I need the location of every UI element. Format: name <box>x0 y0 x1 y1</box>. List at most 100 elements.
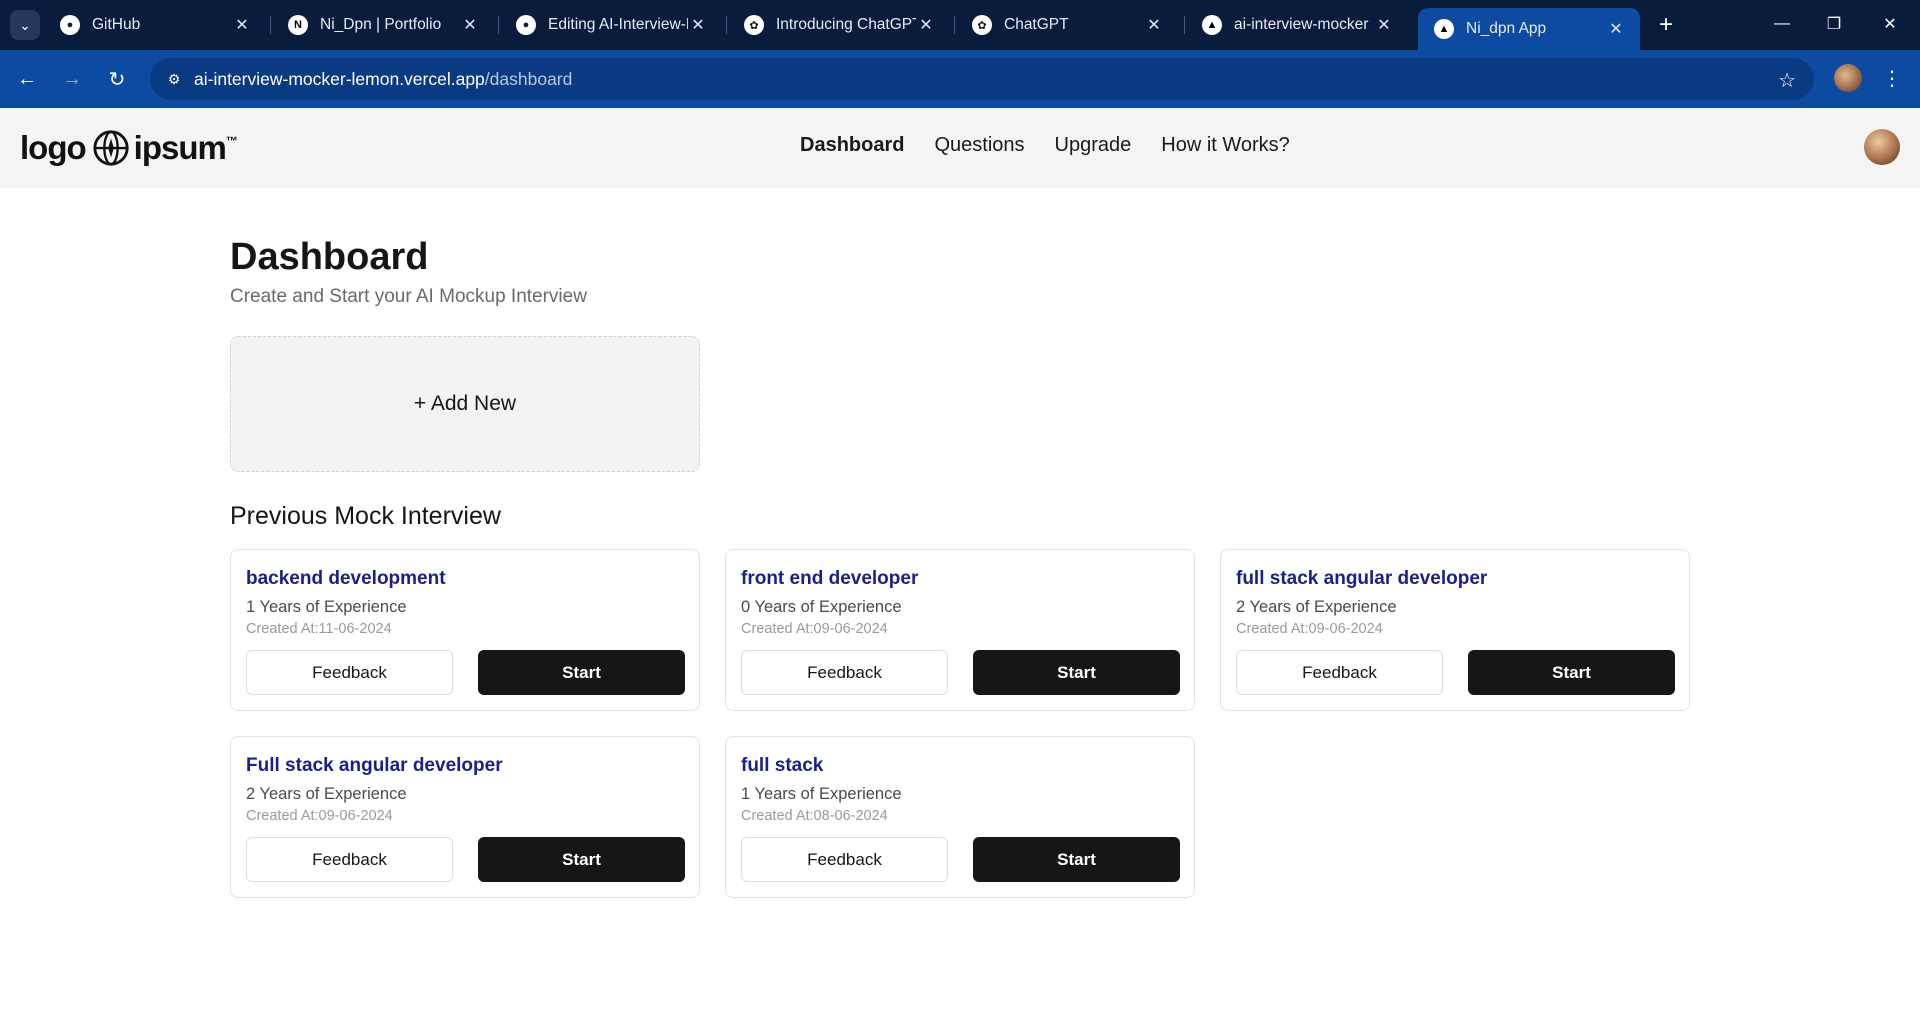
forward-button[interactable]: → <box>57 64 87 94</box>
close-icon[interactable]: ✕ <box>916 15 936 35</box>
interview-experience: 0 Years of Experience <box>741 598 902 616</box>
interview-title: backend development <box>246 568 446 589</box>
bookmark-star-icon[interactable]: ☆ <box>1778 68 1796 93</box>
user-avatar[interactable] <box>1864 129 1900 165</box>
feedback-button[interactable]: Feedback <box>741 650 948 695</box>
minimize-icon: — <box>1774 15 1790 32</box>
tab-separator <box>726 16 727 34</box>
section-title: Previous Mock Interview <box>230 502 501 530</box>
nav-upgrade[interactable]: Upgrade <box>1055 134 1132 157</box>
nav-questions[interactable]: Questions <box>934 134 1024 157</box>
start-button[interactable]: Start <box>478 650 685 695</box>
restore-icon: ❐ <box>1826 16 1842 33</box>
tab-label: GitHub <box>92 16 141 33</box>
browser-toolbar: ← → ↻ ⚙ ai-interview-mocker-lemon.vercel… <box>0 50 1920 108</box>
tab-separator <box>954 16 955 34</box>
interview-experience: 2 Years of Experience <box>246 785 407 803</box>
browser-profile-avatar[interactable] <box>1834 64 1862 92</box>
site-info-icon[interactable]: ⚙ <box>154 58 194 100</box>
chevron-down-icon: ⌄ <box>19 16 31 33</box>
tab-portfolio[interactable]: N Ni_Dpn | Portfolio ✕ <box>272 8 494 42</box>
tab-label: Introducing ChatGPT <box>776 16 916 33</box>
interview-created-date: Created At:11-06-2024 <box>246 621 392 637</box>
openai-icon: ✿ <box>972 15 992 35</box>
tab-chatgpt[interactable]: ✿ ChatGPT ✕ <box>956 8 1178 42</box>
new-tab-button[interactable]: + <box>1651 10 1681 40</box>
interview-created-date: Created At:08-06-2024 <box>741 808 888 824</box>
feedback-button[interactable]: Feedback <box>1236 650 1443 695</box>
tab-separator <box>270 16 271 34</box>
tab-github[interactable]: ● GitHub ✕ <box>44 8 266 42</box>
start-button[interactable]: Start <box>973 837 1180 882</box>
tab-introducing-chatgpt[interactable]: ✿ Introducing ChatGPT ✕ <box>728 8 950 42</box>
add-new-interview-button[interactable]: + Add New <box>230 336 700 472</box>
tab-ni-dpn-app[interactable]: ▲ Ni_dpn App ✕ <box>1418 8 1640 50</box>
tab-label: ai-interview-mocker <box>1234 16 1369 33</box>
start-button[interactable]: Start <box>973 650 1180 695</box>
page-subtitle: Create and Start your AI Mockup Intervie… <box>230 286 587 307</box>
interview-created-date: Created At:09-06-2024 <box>1236 621 1383 637</box>
minimize-button[interactable]: — <box>1762 8 1802 40</box>
close-icon[interactable]: ✕ <box>688 15 708 35</box>
main-nav: Dashboard Questions Upgrade How it Works… <box>800 134 1320 157</box>
feedback-button[interactable]: Feedback <box>246 650 453 695</box>
feedback-button[interactable]: Feedback <box>246 837 453 882</box>
reload-icon: ↻ <box>108 68 126 91</box>
start-button[interactable]: Start <box>478 837 685 882</box>
address-bar[interactable]: ⚙ ai-interview-mocker-lemon.vercel.app/d… <box>150 58 1814 100</box>
interview-created-date: Created At:09-06-2024 <box>741 621 888 637</box>
tab-separator <box>1184 16 1185 34</box>
close-icon[interactable]: ✕ <box>1606 19 1626 39</box>
url-path: /dashboard <box>484 68 573 89</box>
logo[interactable]: logo ipsum ™ <box>20 128 238 168</box>
interview-experience: 1 Years of Experience <box>741 785 902 803</box>
close-window-button[interactable]: ✕ <box>1870 8 1910 40</box>
arrow-right-icon: → <box>62 67 82 90</box>
nav-dashboard[interactable]: Dashboard <box>800 134 904 157</box>
close-icon[interactable]: ✕ <box>1374 15 1394 35</box>
feedback-button[interactable]: Feedback <box>741 837 948 882</box>
tab-strip: ⌄ ● GitHub ✕ N Ni_Dpn | Portfolio ✕ ● Ed… <box>0 0 1920 50</box>
plus-icon: + <box>1658 11 1673 38</box>
page-title: Dashboard <box>230 236 429 278</box>
start-button[interactable]: Start <box>1468 650 1675 695</box>
close-icon[interactable]: ✕ <box>1144 15 1164 35</box>
openai-icon: ✿ <box>744 15 764 35</box>
interview-card: full stack 1 Years of Experience Created… <box>725 736 1195 898</box>
github-icon: ● <box>516 15 536 35</box>
nav-how-it-works[interactable]: How it Works? <box>1161 134 1290 157</box>
back-button[interactable]: ← <box>12 64 42 94</box>
vercel-icon: ▲ <box>1202 15 1222 35</box>
tab-label: ChatGPT <box>1004 16 1069 33</box>
interview-title: Full stack angular developer <box>246 755 503 776</box>
close-icon: ✕ <box>1883 16 1897 33</box>
browser-menu-icon[interactable]: ⋮ <box>1880 62 1904 94</box>
globe-icon <box>93 130 129 166</box>
url-text[interactable]: ai-interview-mocker-lemon.vercel.app/das… <box>194 69 572 90</box>
close-icon[interactable]: ✕ <box>460 15 480 35</box>
interview-created-date: Created At:09-06-2024 <box>246 808 393 824</box>
restore-button[interactable]: ❐ <box>1814 8 1854 40</box>
site-header: logo ipsum ™ Dashboard Questions Upgrade… <box>0 108 1920 188</box>
vercel-icon: ▲ <box>1434 19 1454 39</box>
tab-ai-interview-mocker[interactable]: ▲ ai-interview-mocker ✕ <box>1186 8 1408 42</box>
logo-text-right: ipsum <box>133 129 227 166</box>
interview-title: front end developer <box>741 568 919 589</box>
interview-card: full stack angular developer 2 Years of … <box>1220 549 1690 711</box>
tab-separator <box>498 16 499 34</box>
interview-card: backend development 1 Years of Experienc… <box>230 549 700 711</box>
tab-editing[interactable]: ● Editing AI-Interview-M ✕ <box>500 8 722 42</box>
interview-experience: 2 Years of Experience <box>1236 598 1397 616</box>
arrow-left-icon: ← <box>17 67 37 90</box>
n-logo-icon: N <box>288 15 308 35</box>
tab-label: Editing AI-Interview-M <box>548 16 688 33</box>
interview-card: front end developer 0 Years of Experienc… <box>725 549 1195 711</box>
add-new-label: + Add New <box>413 392 517 415</box>
logo-text-left: logo <box>20 129 87 166</box>
interview-title: full stack angular developer <box>1236 568 1488 589</box>
logo-trademark: ™ <box>225 134 238 148</box>
close-icon[interactable]: ✕ <box>232 15 252 35</box>
tab-search-button[interactable]: ⌄ <box>10 10 40 40</box>
interview-title: full stack <box>741 755 824 776</box>
reload-button[interactable]: ↻ <box>102 64 132 94</box>
